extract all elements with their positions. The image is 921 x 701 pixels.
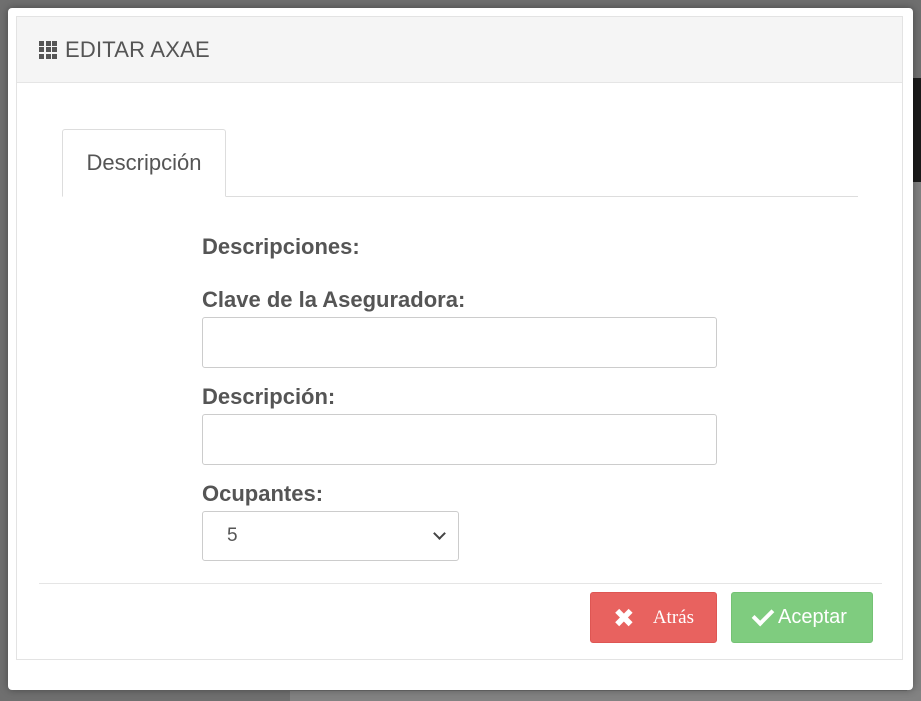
modal-header: EDITAR AXAE <box>17 17 902 83</box>
accept-button[interactable]: Aceptar <box>731 592 873 643</box>
ocupantes-select[interactable]: 5 <box>202 511 459 561</box>
chevron-down-icon <box>433 527 446 540</box>
descripcion-input[interactable] <box>202 414 717 465</box>
clave-input[interactable] <box>202 317 717 368</box>
back-button[interactable]: ✖ Atrás <box>590 592 717 643</box>
clave-label: Clave de la Aseguradora: <box>202 287 466 312</box>
descripcion-label: Descripción: <box>202 384 336 409</box>
accept-button-label: Aceptar <box>778 606 847 628</box>
footer-divider <box>39 583 882 584</box>
modal-title: EDITAR AXAE <box>65 36 210 62</box>
grid-icon <box>39 40 57 59</box>
check-icon <box>751 603 775 626</box>
back-button-label: Atrás <box>652 606 694 628</box>
tab-bar: Descripción <box>62 129 858 197</box>
backdrop-bottom-strip <box>290 691 921 701</box>
section-title: Descripciones: <box>202 234 360 259</box>
edit-modal: EDITAR AXAE Descripción Descripciones: C… <box>8 8 913 690</box>
ocupantes-label: Ocupantes: <box>202 481 324 506</box>
tab-descripcion[interactable]: Descripción <box>62 129 226 197</box>
ocupantes-selected-value: 5 <box>227 525 238 546</box>
close-icon: ✖ <box>613 602 635 633</box>
modal-panel: EDITAR AXAE Descripción Descripciones: C… <box>16 16 903 660</box>
